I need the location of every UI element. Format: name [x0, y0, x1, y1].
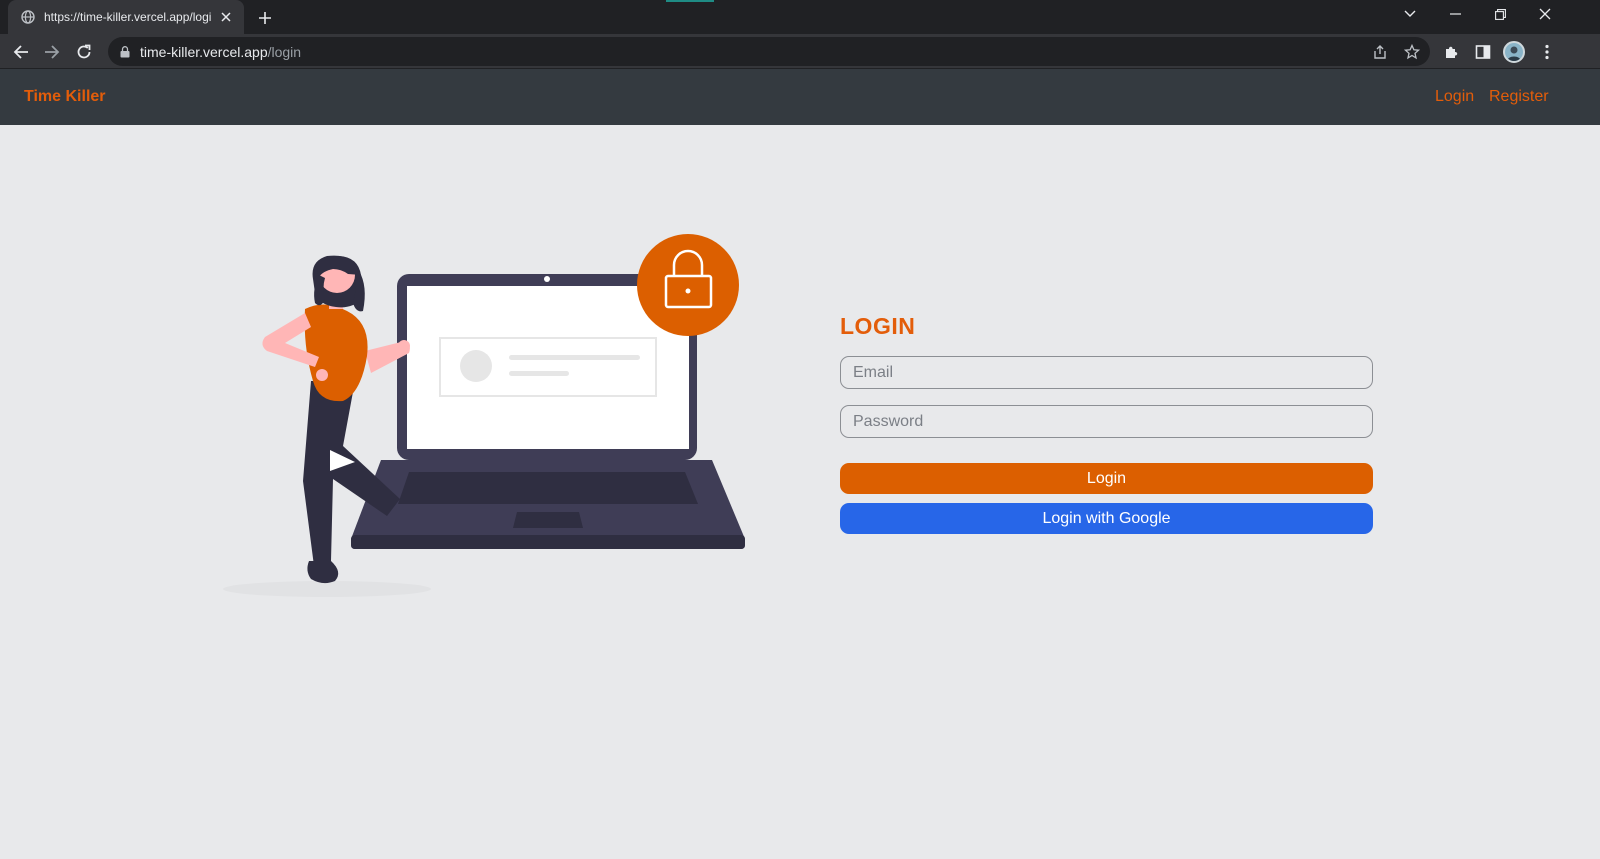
login-button[interactable]: Login [840, 463, 1373, 494]
browser-tabstrip: https://time-killer.vercel.app/login [0, 0, 1600, 34]
profile-avatar[interactable] [1502, 40, 1526, 64]
minimize-icon[interactable] [1433, 0, 1477, 28]
brand-logo-link[interactable]: Time Killer [24, 88, 106, 106]
nav-register-link[interactable]: Register [1489, 88, 1549, 106]
extensions-puzzle-icon[interactable] [1440, 40, 1464, 64]
bookmark-star-icon[interactable] [1402, 42, 1422, 62]
globe-icon [20, 9, 36, 25]
tab-title: https://time-killer.vercel.app/login [44, 10, 212, 24]
browser-tab[interactable]: https://time-killer.vercel.app/login [8, 0, 244, 34]
email-field[interactable] [840, 356, 1373, 389]
close-window-icon[interactable] [1523, 0, 1567, 28]
address-bar[interactable]: time-killer.vercel.app/login [108, 37, 1430, 66]
page-viewport: Time Killer Login Register LOGIN Email L… [0, 69, 1600, 859]
reload-icon[interactable] [70, 38, 98, 66]
nav-login-link[interactable]: Login [1435, 88, 1474, 106]
password-field[interactable] [840, 405, 1373, 438]
login-heading: LOGIN [840, 313, 916, 339]
tab-search-chevron-icon[interactable] [1388, 0, 1432, 28]
site-navbar: Time Killer Login Register [0, 69, 1600, 125]
login-with-google-button[interactable]: Login with Google [840, 503, 1373, 534]
new-tab-plus-icon[interactable] [254, 7, 276, 29]
kebab-menu-icon[interactable] [1535, 40, 1559, 64]
url-host: time-killer.vercel.app [140, 43, 268, 60]
share-icon[interactable] [1370, 42, 1390, 62]
back-arrow-icon[interactable] [7, 38, 35, 66]
lock-icon[interactable] [118, 45, 132, 59]
close-tab-icon[interactable] [218, 9, 234, 25]
login-illustration [223, 234, 745, 597]
avatar [1503, 41, 1525, 63]
browser-toolbar: time-killer.vercel.app/login [0, 34, 1600, 69]
side-panel-icon[interactable] [1471, 40, 1495, 64]
forward-arrow-icon[interactable] [38, 38, 66, 66]
restore-icon[interactable] [1478, 0, 1522, 28]
url-path: /login [267, 43, 302, 60]
tabstrip-accent [666, 0, 714, 2]
